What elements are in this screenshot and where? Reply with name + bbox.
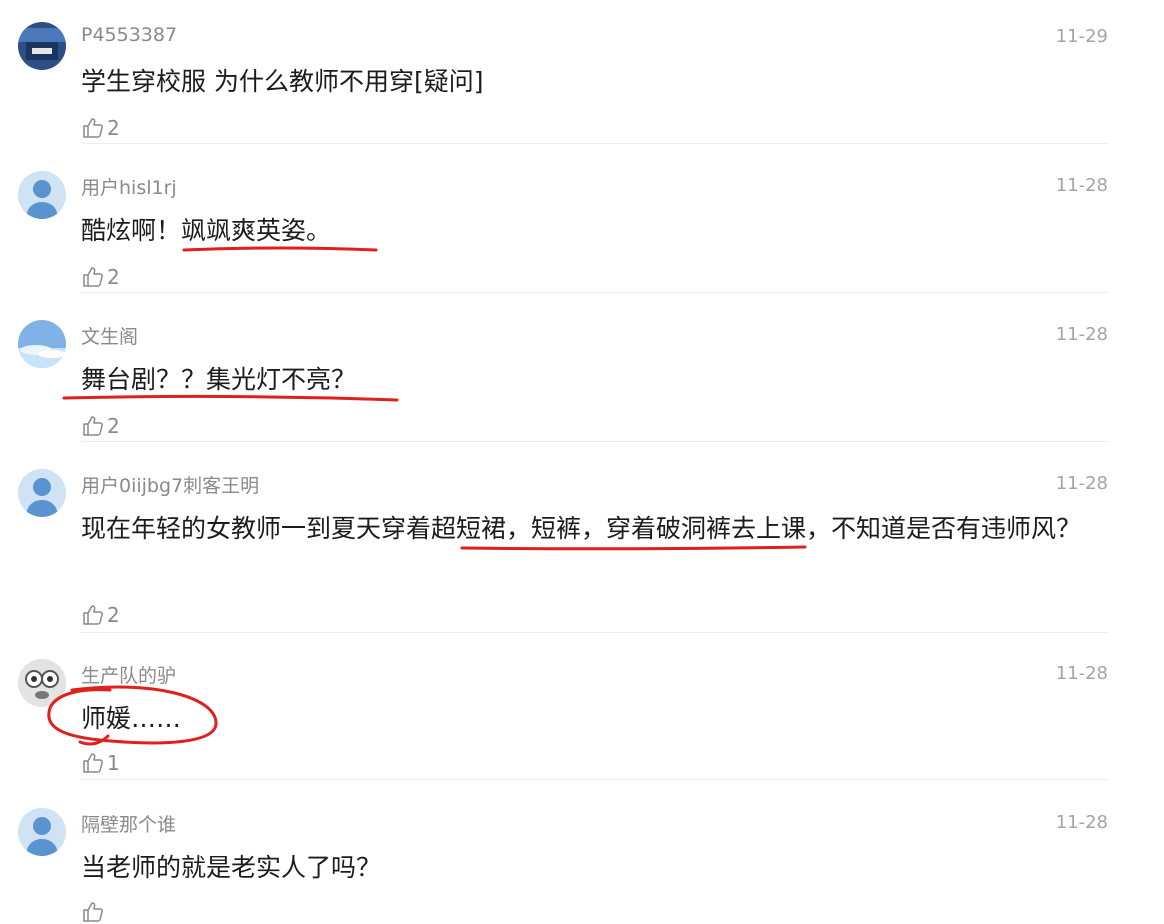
divider bbox=[81, 779, 1108, 780]
comment-date: 11-28 bbox=[1055, 324, 1108, 345]
comment-username[interactable]: 用户hisl1rj bbox=[81, 173, 177, 200]
like-count: 2 bbox=[107, 116, 120, 140]
comment-text: 学生穿校服 为什么教师不用穿[疑问] bbox=[81, 67, 484, 96]
comment-username[interactable]: P4553387 bbox=[81, 24, 177, 46]
comment-username[interactable]: 生产队的驴 bbox=[81, 661, 176, 688]
comment-text: 当老师的就是老实人了吗？ bbox=[81, 853, 382, 882]
like-button[interactable]: 2 bbox=[81, 265, 120, 289]
like-count: 1 bbox=[107, 751, 120, 775]
like-button[interactable]: 2 bbox=[81, 116, 120, 140]
sky-photo-avatar-icon[interactable] bbox=[18, 320, 66, 368]
thumbs-up-icon bbox=[83, 118, 103, 138]
like-count: 2 bbox=[107, 414, 120, 438]
divider bbox=[81, 632, 1108, 633]
like-button[interactable]: 2 bbox=[81, 414, 120, 438]
default-user-avatar-icon[interactable] bbox=[18, 171, 66, 219]
like-button[interactable]: 1 bbox=[81, 751, 120, 775]
comment-text: 酷炫啊！飒飒爽英姿。 bbox=[81, 216, 332, 245]
like-button[interactable] bbox=[81, 900, 107, 924]
like-button[interactable]: 2 bbox=[81, 603, 120, 627]
comment-date: 11-28 bbox=[1055, 663, 1108, 684]
comment-date: 11-29 bbox=[1055, 26, 1108, 47]
default-user-avatar-icon[interactable] bbox=[18, 469, 66, 517]
cartoon-face-avatar-icon[interactable] bbox=[18, 659, 66, 707]
comment-date: 11-28 bbox=[1055, 473, 1108, 494]
thumbs-up-icon bbox=[83, 902, 103, 922]
like-count: 2 bbox=[107, 265, 120, 289]
comment-text: 师媛…… bbox=[81, 704, 182, 733]
divider bbox=[81, 292, 1108, 293]
default-user-avatar-icon[interactable] bbox=[18, 808, 66, 856]
thumbs-up-icon bbox=[83, 753, 103, 773]
comment-date: 11-28 bbox=[1055, 812, 1108, 833]
comment-username[interactable]: 用户0iijbg7刺客王明 bbox=[81, 471, 259, 498]
red-underline-annotation bbox=[62, 246, 807, 551]
comment-username[interactable]: 文生阁 bbox=[81, 322, 138, 349]
comment-text: 现在年轻的女教师一到夏天穿着超短裙，短裤，穿着破洞裤去上课，不知道是否有违师风？ bbox=[81, 514, 1082, 543]
comment-date: 11-28 bbox=[1055, 175, 1108, 196]
thumbs-up-icon bbox=[83, 267, 103, 287]
divider bbox=[81, 143, 1108, 144]
comment-text: 舞台剧？？集光灯不亮？ bbox=[81, 365, 357, 394]
divider bbox=[81, 441, 1108, 442]
thumbs-up-icon bbox=[83, 605, 103, 625]
like-count: 2 bbox=[107, 603, 120, 627]
comment-username[interactable]: 隔壁那个谁 bbox=[81, 810, 176, 837]
thumbs-up-icon bbox=[83, 416, 103, 436]
photo-avatar-icon[interactable] bbox=[18, 22, 66, 70]
red-circle-annotation bbox=[47, 685, 218, 746]
